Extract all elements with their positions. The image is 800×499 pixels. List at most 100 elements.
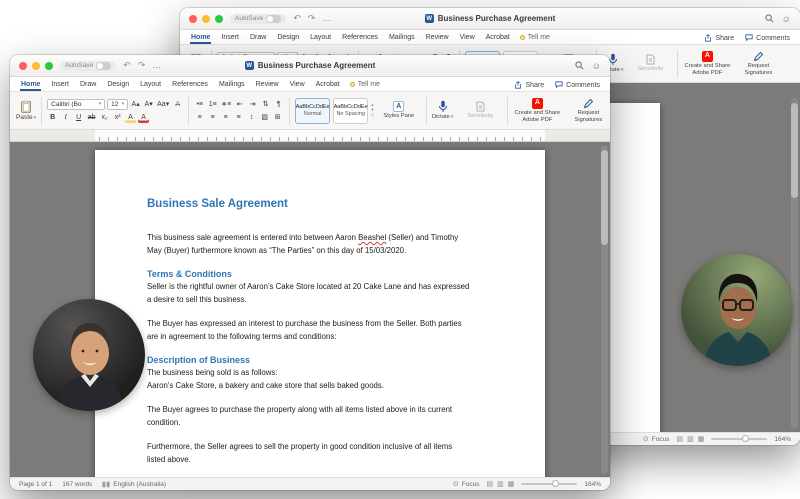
web-layout-view-icon[interactable]: ▥ bbox=[687, 435, 694, 443]
close-button[interactable] bbox=[189, 14, 197, 23]
redo-icon[interactable]: ↷ bbox=[138, 61, 146, 70]
page-count[interactable]: Page 1 of 1 bbox=[19, 481, 52, 488]
language-indicator[interactable]: English (Australia) bbox=[102, 481, 166, 488]
vertical-scrollbar[interactable] bbox=[601, 145, 608, 474]
tab-view[interactable]: View bbox=[289, 79, 306, 91]
superscript-button[interactable]: x² bbox=[112, 112, 123, 123]
request-signatures-button[interactable]: Request Signatures bbox=[736, 51, 780, 76]
font-color-button[interactable]: A bbox=[138, 112, 149, 123]
focus-toggle[interactable]: ⊙ Focus bbox=[453, 480, 480, 489]
outdent-button[interactable]: ⇤ bbox=[234, 99, 245, 110]
fullscreen-button[interactable] bbox=[215, 14, 223, 23]
vertical-scrollbar[interactable] bbox=[791, 98, 798, 429]
align-left-button[interactable]: ≡ bbox=[194, 112, 205, 123]
multilevel-list-button[interactable]: ∗≡ bbox=[220, 99, 232, 110]
italic-button[interactable]: I bbox=[60, 112, 71, 123]
style-no-spacing[interactable]: AaBbCcDdEe No Spacing bbox=[333, 97, 369, 124]
tab-mailings[interactable]: Mailings bbox=[218, 79, 246, 91]
tab-mailings[interactable]: Mailings bbox=[388, 32, 416, 44]
web-layout-view-icon[interactable]: ▥ bbox=[497, 480, 504, 488]
search-icon[interactable] bbox=[765, 14, 774, 23]
change-case-button[interactable]: Aa▾ bbox=[156, 99, 170, 110]
autosave-toggle[interactable]: AutoSave bbox=[60, 60, 117, 71]
styles-scroll[interactable]: ▴ ▾ ≡ bbox=[371, 102, 374, 118]
tab-references[interactable]: References bbox=[341, 32, 379, 44]
indent-button[interactable]: ⇥ bbox=[247, 99, 258, 110]
print-layout-view-icon[interactable]: ▤ bbox=[487, 480, 494, 488]
undo-icon[interactable]: ↶ bbox=[123, 61, 131, 70]
shading-button[interactable]: ▨ bbox=[259, 112, 270, 123]
undo-icon[interactable]: ↶ bbox=[293, 14, 301, 23]
redo-icon[interactable]: ↷ bbox=[308, 14, 316, 23]
scrollbar-thumb[interactable] bbox=[601, 150, 608, 245]
minimize-button[interactable] bbox=[202, 14, 210, 23]
styles-gallery-icon[interactable]: ≡ bbox=[371, 112, 374, 118]
minimize-button[interactable] bbox=[32, 61, 40, 70]
tab-draw[interactable]: Draw bbox=[79, 79, 97, 91]
bullets-button[interactable]: •≡ bbox=[194, 99, 205, 110]
align-right-button[interactable]: ≡ bbox=[220, 112, 231, 123]
word-count[interactable]: 167 words bbox=[62, 481, 92, 488]
share-button[interactable]: Share bbox=[704, 34, 734, 42]
line-spacing-button[interactable]: ↕ bbox=[246, 112, 257, 123]
shrink-font-button[interactable]: A▾ bbox=[143, 99, 154, 110]
highlight-color-button[interactable]: A bbox=[125, 112, 136, 123]
tab-insert[interactable]: Insert bbox=[50, 79, 70, 91]
tell-me-button[interactable]: Tell me bbox=[349, 81, 380, 91]
sort-button[interactable]: ⇅ bbox=[260, 99, 271, 110]
outline-view-icon[interactable]: ▦ bbox=[508, 480, 515, 488]
comments-button[interactable]: Comments bbox=[745, 34, 790, 42]
font-size-select[interactable]: 12▾ bbox=[107, 98, 129, 110]
tab-draw[interactable]: Draw bbox=[249, 32, 267, 44]
zoom-level[interactable]: 164% bbox=[584, 481, 601, 488]
tab-review[interactable]: Review bbox=[425, 32, 450, 44]
tab-home[interactable]: Home bbox=[20, 79, 41, 91]
zoom-slider-knob[interactable] bbox=[552, 480, 560, 487]
bold-button[interactable]: B bbox=[47, 112, 58, 123]
search-icon[interactable] bbox=[575, 61, 584, 70]
style-normal[interactable]: AaBbCcDdEe Normal bbox=[295, 97, 331, 124]
tab-home[interactable]: Home bbox=[190, 32, 211, 44]
feedback-smiley-icon[interactable]: ☺ bbox=[782, 14, 791, 24]
tell-me-button[interactable]: Tell me bbox=[519, 34, 550, 44]
underline-button[interactable]: U bbox=[73, 112, 84, 123]
align-center-button[interactable]: ≡ bbox=[207, 112, 218, 123]
clear-formatting-button[interactable]: A bbox=[172, 99, 183, 110]
font-name-select[interactable]: Calibri (Bo▾ bbox=[47, 98, 106, 110]
more-icon[interactable]: … bbox=[152, 61, 161, 70]
tab-view[interactable]: View bbox=[459, 32, 476, 44]
tab-acrobat[interactable]: Acrobat bbox=[485, 32, 511, 44]
sensitivity-button[interactable]: Sensitivity bbox=[458, 101, 502, 120]
feedback-smiley-icon[interactable]: ☺ bbox=[592, 61, 601, 71]
borders-button[interactable]: ⊞ bbox=[272, 112, 283, 123]
zoom-slider-knob[interactable] bbox=[742, 435, 750, 442]
create-share-adobe-pdf-button[interactable]: A Create and Share Adobe PDF bbox=[513, 97, 561, 123]
tab-layout[interactable]: Layout bbox=[139, 79, 162, 91]
tab-design[interactable]: Design bbox=[106, 79, 130, 91]
strikethrough-button[interactable]: ab bbox=[86, 112, 97, 123]
create-share-adobe-pdf-button[interactable]: A Create and Share Adobe PDF bbox=[683, 50, 731, 76]
zoom-slider[interactable] bbox=[521, 480, 578, 487]
scrollbar-thumb[interactable] bbox=[791, 103, 798, 198]
grow-font-button[interactable]: A▴ bbox=[130, 99, 141, 110]
focus-toggle[interactable]: ⊙ Focus bbox=[643, 435, 670, 444]
show-paragraph-marks-button[interactable]: ¶ bbox=[273, 99, 284, 110]
tab-acrobat[interactable]: Acrobat bbox=[315, 79, 341, 91]
zoom-level[interactable]: 164% bbox=[774, 436, 791, 443]
autosave-toggle[interactable]: AutoSave bbox=[230, 13, 287, 24]
comments-button[interactable]: Comments bbox=[555, 81, 600, 89]
outline-view-icon[interactable]: ▦ bbox=[698, 435, 705, 443]
dictate-button[interactable]: Dictate ▾ bbox=[432, 100, 453, 121]
zoom-slider[interactable] bbox=[711, 435, 768, 442]
numbering-button[interactable]: 1≡ bbox=[207, 99, 218, 110]
styles-pane-button[interactable]: A Styles Pane bbox=[377, 101, 421, 120]
request-signatures-button[interactable]: Request Signatures bbox=[566, 98, 610, 123]
paste-button[interactable]: Paste▾ bbox=[16, 100, 36, 121]
more-icon[interactable]: … bbox=[322, 14, 331, 23]
tab-layout[interactable]: Layout bbox=[309, 32, 332, 44]
tab-references[interactable]: References bbox=[171, 79, 209, 91]
tab-insert[interactable]: Insert bbox=[220, 32, 240, 44]
document-page[interactable]: Business Sale Agreement This business sa… bbox=[95, 150, 545, 477]
subscript-button[interactable]: x₂ bbox=[99, 112, 110, 123]
justify-button[interactable]: ≡ bbox=[233, 112, 244, 123]
